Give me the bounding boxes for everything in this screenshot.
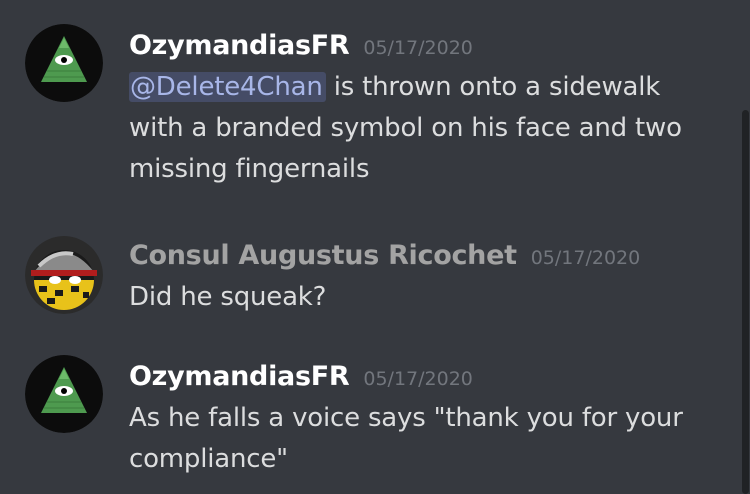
message-header: OzymandiasFR 05/17/2020: [129, 30, 473, 61]
timestamp: 05/17/2020: [363, 37, 473, 59]
username[interactable]: Consul Augustus Ricochet: [129, 240, 517, 271]
message-content: As he falls a voice says "thank you for …: [129, 398, 719, 480]
username[interactable]: OzymandiasFR: [129, 30, 350, 61]
user-avatar[interactable]: [25, 236, 103, 314]
scrollbar-thumb[interactable]: [742, 110, 749, 494]
user-avatar[interactable]: [25, 355, 103, 433]
helmeted-countryball-icon: [25, 236, 103, 314]
chat-message-list: OzymandiasFR 05/17/2020 @Delete4Chan is t…: [0, 0, 750, 494]
message-text: As he falls a voice says "thank you for …: [129, 403, 683, 474]
timestamp: 05/17/2020: [363, 368, 473, 390]
message-content: Did he squeak?: [129, 277, 719, 318]
message-header: OzymandiasFR 05/17/2020: [129, 361, 473, 392]
illuminati-eye-pyramid-icon: [25, 355, 103, 433]
message-header: Consul Augustus Ricochet 05/17/2020: [129, 240, 640, 271]
illuminati-eye-pyramid-icon: [25, 24, 103, 102]
user-mention[interactable]: @Delete4Chan: [129, 72, 326, 102]
username[interactable]: OzymandiasFR: [129, 361, 350, 392]
scrollbar[interactable]: [740, 0, 750, 494]
user-avatar[interactable]: [25, 24, 103, 102]
message-text: Did he squeak?: [129, 282, 327, 312]
timestamp: 05/17/2020: [530, 247, 641, 269]
message-content: @Delete4Chan is thrown onto a sidewalk w…: [129, 67, 719, 190]
